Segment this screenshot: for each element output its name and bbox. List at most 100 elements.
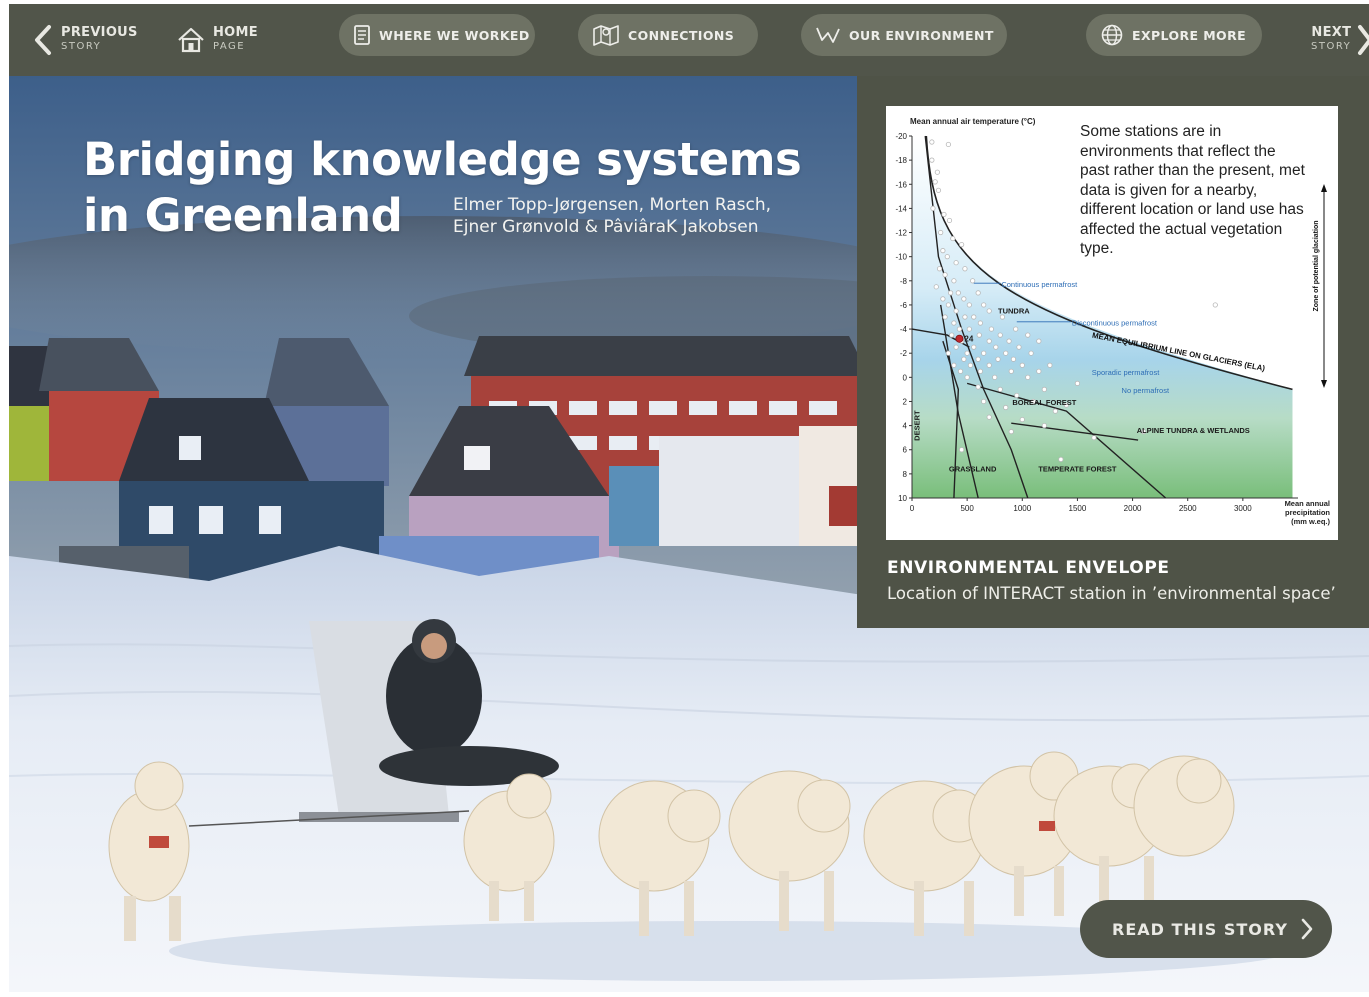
station-point (932, 179, 938, 185)
station-point (957, 368, 964, 374)
panel-caption-subtitle: Location of INTERACT station in ’environ… (887, 584, 1336, 603)
highlighted-station-point (955, 334, 964, 343)
our-environment-label: OUR ENVIRONMENT (849, 27, 994, 43)
title-line-2: in Greenland (83, 189, 403, 242)
connections-label: CONNECTIONS (628, 27, 735, 43)
environmental-envelope-chart-card: -20 -18 -16 -14 -12 -10 -8 -6 -4 -2 0 2 4 6 8 10 0 500 100… (886, 106, 1338, 540)
authors-line-1: Elmer Topp-Jørgensen, Morten Rasch, (453, 195, 772, 215)
station-point (986, 338, 992, 344)
zone-label: BOREAL FOREST (1012, 398, 1076, 407)
home-label: HOME (213, 25, 258, 40)
station-point (942, 314, 948, 320)
home-page-link[interactable]: HOME PAGE (177, 18, 258, 62)
connections-button[interactable]: CONNECTIONS (578, 14, 758, 56)
read-this-story-label: READ THIS STORY (1112, 919, 1288, 939)
station-point (1014, 392, 1020, 399)
previous-sublabel: STORY (61, 41, 102, 52)
home-icon (177, 27, 205, 53)
station-point (975, 290, 981, 296)
chevron-right-icon (1300, 917, 1314, 941)
explore-more-button[interactable]: EXPLORE MORE (1086, 14, 1262, 56)
y-tick-label: -12 (895, 229, 907, 238)
y-tick-label: -8 (900, 277, 908, 286)
x-tick-label: 2000 (1124, 504, 1142, 513)
panel-caption-title: ENVIRONMENTAL ENVELOPE (887, 558, 1170, 578)
station-point (981, 350, 987, 356)
y-tick-label: 8 (903, 470, 908, 479)
station-point (959, 242, 965, 248)
station-point (953, 260, 959, 266)
x-tick-label: 1000 (1013, 504, 1031, 513)
x-axis-label-line2: precipitation (1285, 508, 1330, 517)
station-point (975, 384, 981, 390)
station-point (947, 290, 954, 296)
station-point (966, 302, 972, 308)
station-point (995, 356, 1001, 362)
station-point (941, 211, 947, 218)
station-point (1036, 368, 1042, 374)
station-point (934, 169, 940, 175)
station-point (953, 344, 959, 350)
zone-label: DESERT (913, 410, 922, 441)
top-navigation-bar: PREVIOUS STORY HOME PAGE WHERE WE WORKED (9, 4, 1369, 76)
y-tick-label: 6 (903, 446, 908, 455)
station-point (929, 139, 935, 145)
y-tick-label: -14 (895, 204, 907, 213)
station-point (961, 296, 967, 302)
station-point (1019, 362, 1025, 368)
station-point (961, 356, 967, 362)
previous-label: PREVIOUS (61, 25, 138, 40)
where-we-worked-button[interactable]: WHERE WE WORKED (339, 14, 535, 56)
station-point (930, 205, 936, 212)
station-point (929, 157, 935, 163)
explore-more-label: EXPLORE MORE (1132, 27, 1247, 43)
permafrost-annotation: Sporadic permafrost (1092, 368, 1160, 377)
station-point (988, 326, 995, 332)
chevron-right-icon (1357, 24, 1369, 56)
x-tick-label: 3000 (1234, 504, 1252, 513)
station-point (977, 320, 983, 326)
station-point (986, 414, 992, 420)
where-we-worked-label: WHERE WE WORKED (379, 27, 530, 43)
x-tick-label: 500 (960, 504, 974, 513)
read-this-story-button[interactable]: READ THIS STORY (1080, 900, 1332, 958)
chevron-left-icon (33, 24, 53, 56)
y-tick-label: -16 (895, 180, 907, 189)
next-label: NEXT (1311, 25, 1352, 40)
station-point (1091, 435, 1097, 441)
station-point (970, 278, 976, 284)
station-point (997, 386, 1003, 392)
station-point (1036, 338, 1042, 344)
station-point (942, 272, 948, 278)
station-point (986, 308, 992, 314)
station-point (962, 266, 968, 272)
station-point (951, 362, 957, 368)
station-point (971, 344, 977, 350)
chart-note: Some stations are in environments that r… (1080, 123, 1305, 257)
y-tick-label: -10 (895, 253, 907, 262)
previous-story-link[interactable]: PREVIOUS STORY (33, 18, 138, 62)
station-point (1028, 350, 1034, 356)
y-tick-label: 10 (898, 494, 907, 503)
station-point (964, 350, 970, 356)
next-sublabel: STORY (1311, 41, 1352, 52)
station-point (936, 266, 943, 272)
station-point (1074, 380, 1081, 386)
station-point (981, 302, 987, 308)
permafrost-annotation: Continuous permafrost (1001, 280, 1078, 289)
y-tick-label: 4 (903, 422, 908, 431)
station-point (981, 398, 987, 405)
station-point (945, 141, 951, 148)
station-point (945, 350, 951, 356)
glaciation-arrow-head (1321, 184, 1327, 192)
our-environment-button[interactable]: OUR ENVIRONMENT (801, 14, 1007, 56)
station-point (1008, 368, 1014, 374)
station-point (944, 254, 950, 260)
next-story-link[interactable]: NEXT STORY (1311, 18, 1369, 62)
station-point (975, 356, 981, 362)
x-axis-label-line1: Mean annual (1285, 499, 1330, 508)
station-point (940, 296, 946, 302)
map-icon (592, 24, 620, 46)
permafrost-annotation: Discontinuous permafrost (1072, 318, 1158, 327)
glaciation-annotation: Zone of potential glaciation (1313, 221, 1320, 312)
